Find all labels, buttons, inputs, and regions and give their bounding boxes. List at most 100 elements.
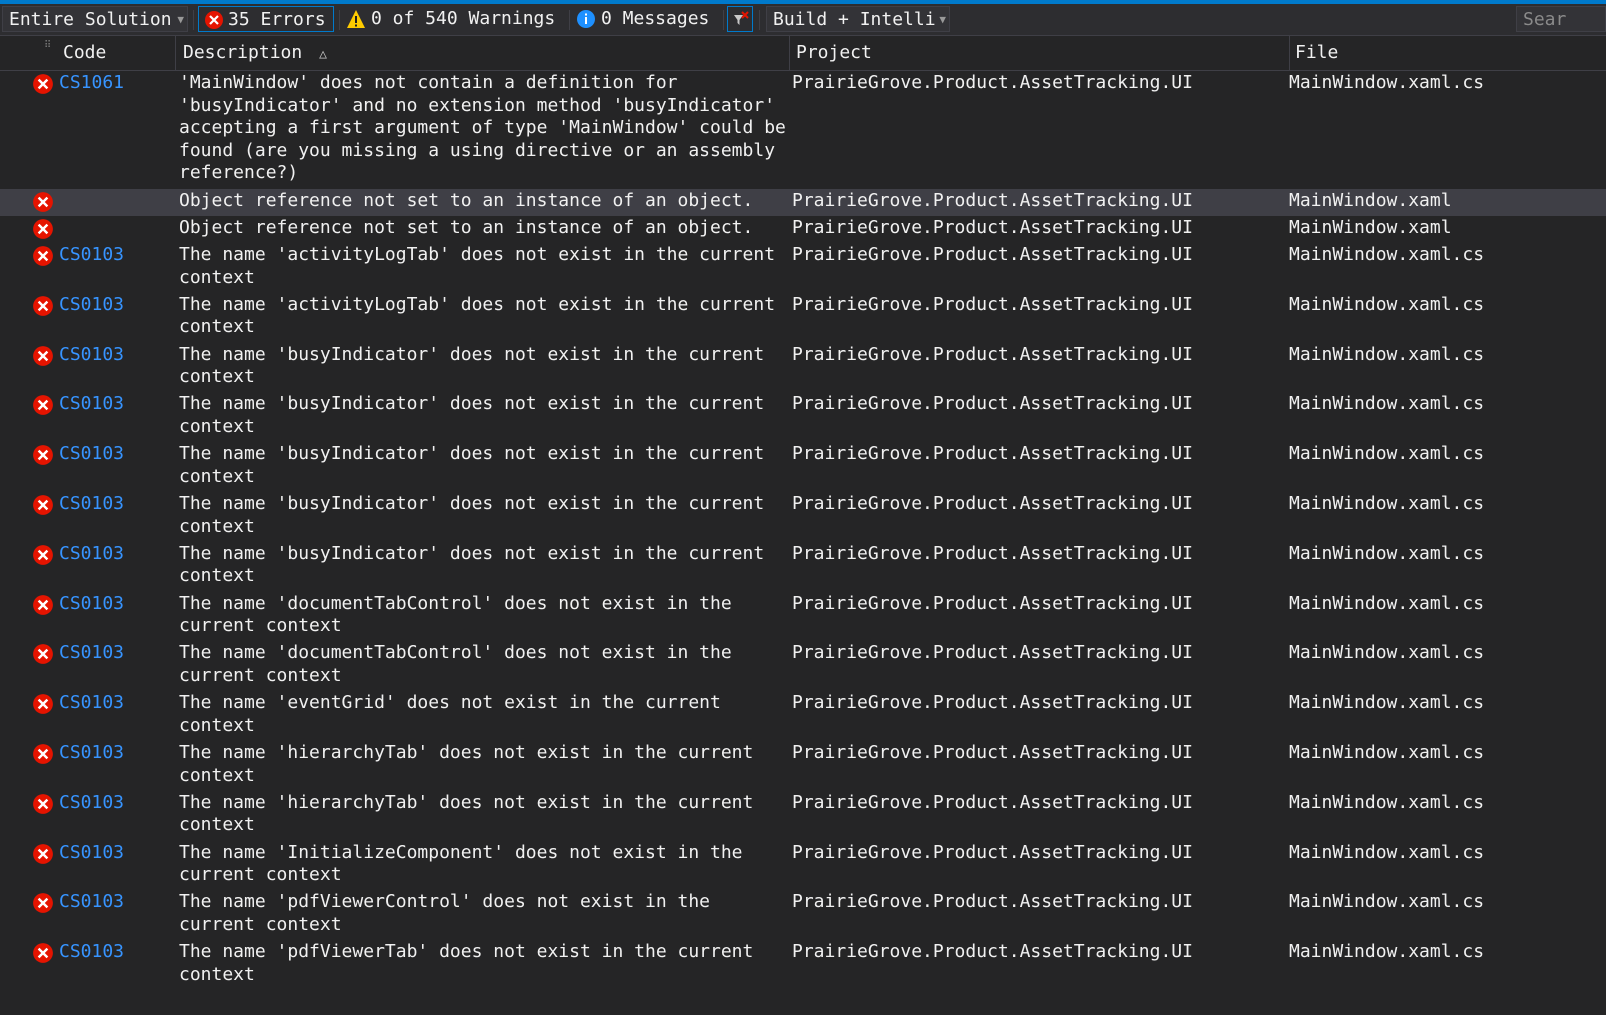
- error-file: MainWindow.xaml: [1289, 216, 1452, 238]
- error-code-link[interactable]: CS0103: [59, 593, 124, 616]
- column-divider[interactable]: [789, 36, 790, 70]
- error-code-link[interactable]: CS0103: [59, 493, 124, 516]
- error-icon: [33, 191, 53, 212]
- error-description: The name 'pdfViewerTab' does not exist i…: [179, 941, 754, 985]
- error-row[interactable]: CS0103 The name 'eventGrid' does not exis…: [0, 691, 1606, 741]
- error-icon: [33, 843, 53, 864]
- error-row[interactable]: CS0103 The name 'busyIndicator' does not …: [0, 542, 1606, 592]
- column-header-row: ⠿ Code Description △ Project File: [0, 36, 1606, 71]
- error-icon: [33, 495, 53, 515]
- column-header-code[interactable]: Code: [63, 36, 173, 70]
- error-project: PrairieGrove.Product.AssetTracking.UI: [792, 841, 1193, 863]
- toolbar-divider: [339, 10, 340, 30]
- error-icon: [33, 744, 53, 764]
- error-code-link[interactable]: CS0103: [59, 443, 124, 466]
- error-description: The name 'busyIndicator' does not exist …: [179, 542, 765, 587]
- column-divider[interactable]: [175, 36, 176, 70]
- error-code-link[interactable]: CS0103: [59, 941, 124, 964]
- error-row[interactable]: CS0103 The name 'activityLogTab' does not…: [0, 243, 1606, 293]
- error-description: The name 'InitializeComponent' does not …: [179, 841, 743, 886]
- error-file: MainWindow.xaml.cs: [1289, 243, 1485, 265]
- error-file: MainWindow.xaml.cs: [1289, 443, 1485, 465]
- error-row[interactable]: CS0103 The name 'pdfViewerControl' does n…: [0, 890, 1606, 940]
- error-file: MainWindow.xaml: [1289, 189, 1452, 211]
- warnings-filter-toggle[interactable]: 0 of 540 Warnings: [344, 6, 564, 32]
- error-row[interactable]: CS0103 The name 'documentTabControl' does…: [0, 592, 1606, 642]
- error-row[interactable]: CS0103 The name 'busyIndicator' does not …: [0, 442, 1606, 492]
- error-code-link[interactable]: CS0103: [59, 543, 124, 566]
- error-project: PrairieGrove.Product.AssetTracking.UI: [792, 791, 1193, 813]
- messages-filter-toggle[interactable]: 0 Messages: [574, 6, 720, 32]
- error-file: MainWindow.xaml.cs: [1289, 72, 1485, 93]
- error-project: PrairieGrove.Product.AssetTracking.UI: [792, 72, 1193, 93]
- error-row[interactable]: CS0103 The name 'InitializeComponent' doe…: [0, 841, 1606, 891]
- error-description: Object reference not set to an instance …: [179, 216, 754, 238]
- error-row[interactable]: Object reference not set to an instance …: [0, 216, 1606, 243]
- error-description: The name 'busyIndicator' does not exist …: [179, 492, 765, 537]
- scope-dropdown[interactable]: Entire Solution ▼: [2, 6, 188, 32]
- build-source-dropdown[interactable]: Build + Intelli ▼: [766, 6, 950, 32]
- errors-count-label: 35 Errors: [228, 9, 326, 30]
- error-file: MainWindow.xaml.cs: [1289, 891, 1485, 913]
- errors-filter-toggle[interactable]: 35 Errors: [198, 6, 334, 32]
- error-project: PrairieGrove.Product.AssetTracking.UI: [792, 492, 1193, 514]
- error-project: PrairieGrove.Product.AssetTracking.UI: [792, 443, 1193, 465]
- error-file: MainWindow.xaml.cs: [1289, 542, 1485, 564]
- error-icon: [33, 395, 53, 416]
- column-header-file[interactable]: File: [1295, 36, 1595, 70]
- error-file: MainWindow.xaml.cs: [1289, 692, 1485, 714]
- error-row[interactable]: CS1061 'MainWindow' does not contain a de…: [0, 71, 1606, 189]
- error-row[interactable]: Object reference not set to an instance …: [0, 188, 1606, 216]
- error-icon: [33, 345, 53, 366]
- error-project: PrairieGrove.Product.AssetTracking.UI: [792, 343, 1193, 365]
- error-code-link[interactable]: CS0103: [59, 842, 124, 865]
- error-code-link[interactable]: CS0103: [59, 393, 124, 416]
- error-code-link[interactable]: CS0103: [59, 742, 124, 765]
- error-code-link[interactable]: CS0103: [59, 692, 124, 715]
- error-icon: [33, 544, 53, 565]
- error-code-link[interactable]: CS1061: [59, 72, 124, 95]
- error-project: PrairieGrove.Product.AssetTracking.UI: [792, 642, 1193, 664]
- error-icon: [33, 594, 53, 615]
- column-header-project[interactable]: Project: [796, 36, 1286, 70]
- error-code-link[interactable]: CS0103: [59, 244, 124, 267]
- error-row[interactable]: CS0103 The name 'busyIndicator' does not …: [0, 492, 1606, 542]
- scope-dropdown-label: Entire Solution: [9, 9, 172, 30]
- error-file: MainWindow.xaml.cs: [1289, 492, 1485, 514]
- error-project: PrairieGrove.Product.AssetTracking.UI: [792, 189, 1193, 211]
- error-code-link[interactable]: CS0103: [59, 642, 124, 665]
- error-list-toolbar: Entire Solution ▼ 35 Errors 0 of 540 War…: [0, 4, 1606, 36]
- toolbar-divider: [569, 10, 570, 30]
- error-code-link[interactable]: CS0103: [59, 294, 124, 317]
- error-project: PrairieGrove.Product.AssetTracking.UI: [792, 216, 1193, 238]
- error-icon: [33, 74, 53, 94]
- error-icon: [33, 943, 53, 964]
- column-header-description-label: Description: [183, 42, 303, 63]
- column-divider[interactable]: [1289, 36, 1290, 70]
- error-project: PrairieGrove.Product.AssetTracking.UI: [792, 243, 1193, 265]
- error-row[interactable]: CS0103 The name 'hierarchyTab' does not e…: [0, 741, 1606, 791]
- column-header-file-label: File: [1295, 42, 1339, 63]
- error-project: PrairieGrove.Product.AssetTracking.UI: [792, 293, 1193, 315]
- error-description: The name 'hierarchyTab' does not exist i…: [179, 741, 754, 786]
- error-code-link[interactable]: CS0103: [59, 891, 124, 914]
- column-header-description[interactable]: Description △: [183, 36, 783, 70]
- error-row[interactable]: CS0103 The name 'documentTabControl' does…: [0, 641, 1606, 691]
- error-row[interactable]: CS0103 The name 'hierarchyTab' does not e…: [0, 791, 1606, 841]
- error-description: The name 'busyIndicator' does not exist …: [179, 393, 765, 437]
- error-icon: [33, 246, 53, 266]
- error-row[interactable]: CS0103 The name 'pdfViewerTab' does not e…: [0, 940, 1606, 990]
- error-description: The name 'hierarchyTab' does not exist i…: [179, 791, 754, 836]
- error-row[interactable]: CS0103 The name 'busyIndicator' does not …: [0, 343, 1606, 393]
- search-input[interactable]: Sear: [1516, 6, 1606, 32]
- error-description: The name 'activityLogTab' does not exist…: [179, 243, 776, 288]
- error-code-link[interactable]: CS0103: [59, 792, 124, 815]
- error-icon: [33, 694, 53, 715]
- error-description: The name 'eventGrid' does not exist in t…: [179, 692, 721, 736]
- error-code-link[interactable]: CS0103: [59, 344, 124, 367]
- error-row[interactable]: CS0103 The name 'activityLogTab' does not…: [0, 293, 1606, 343]
- error-file: MainWindow.xaml.cs: [1289, 841, 1485, 863]
- column-chooser-grip-icon[interactable]: ⠿: [44, 36, 51, 70]
- clear-filter-button[interactable]: [727, 6, 753, 32]
- error-row[interactable]: CS0103 The name 'busyIndicator' does not …: [0, 392, 1606, 442]
